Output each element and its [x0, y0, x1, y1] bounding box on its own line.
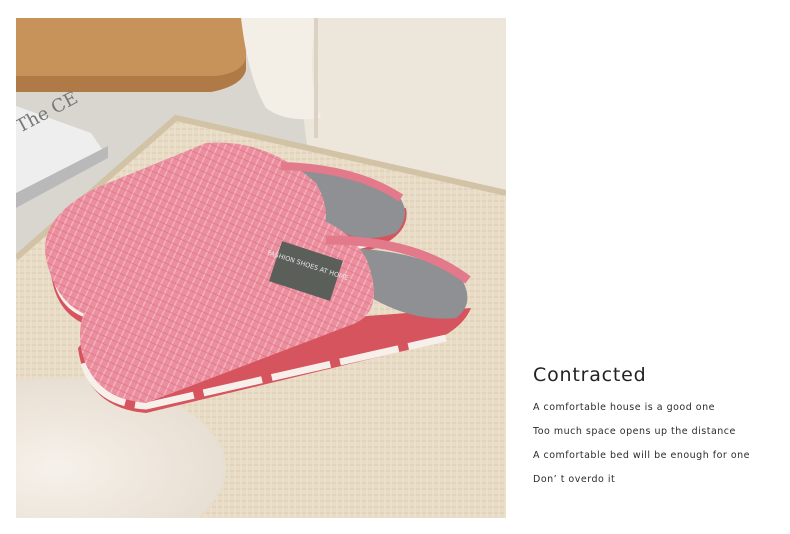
product-copy: Contracted A comfortable house is a good… — [533, 362, 783, 498]
section-title: Contracted — [533, 364, 647, 386]
copy-line: Too much space opens up the distance — [533, 426, 736, 437]
copy-line: Don’ t overdo it — [533, 474, 616, 485]
copy-line: A comfortable house is a good one — [533, 402, 715, 413]
product-photo: The CE FASHION SHOES AT HOME — [16, 18, 506, 518]
copy-line: A comfortable bed will be enough for one — [533, 450, 751, 461]
